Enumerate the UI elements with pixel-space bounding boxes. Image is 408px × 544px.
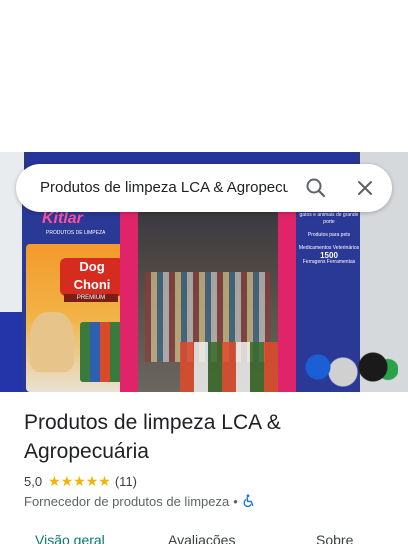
photo-pink-column bbox=[278, 207, 296, 392]
close-icon[interactable] bbox=[353, 176, 377, 200]
photo-right-sign: gatos e animais de grande porte Produtos… bbox=[298, 212, 360, 266]
rating-row[interactable]: 5,0 ★★★★★ (11) bbox=[24, 472, 137, 490]
search-icon[interactable] bbox=[304, 176, 328, 200]
photo-product-logo-text: Dog Choni bbox=[73, 259, 111, 292]
photo-right-sign-line: gatos e animais de grande porte bbox=[299, 212, 359, 225]
rating-value: 5,0 bbox=[24, 473, 43, 489]
search-input[interactable]: Produtos de limpeza LCA & Agropecuária bbox=[40, 164, 288, 212]
photo-product-sub: PREMIUM bbox=[64, 294, 118, 302]
tab-reviews[interactable]: Avaliações bbox=[168, 532, 235, 544]
tab-about[interactable]: Sobre bbox=[316, 532, 353, 544]
photo-brand-sub: PRODUTOS DE LIMPEZA bbox=[46, 230, 106, 236]
search-bar[interactable]: Produtos de limpeza LCA & Agropecuária bbox=[16, 164, 392, 212]
photo-pink-column bbox=[120, 207, 138, 392]
review-count[interactable]: (11) bbox=[115, 474, 137, 489]
star-rating-icon: ★★★★★ bbox=[48, 472, 111, 489]
photo-floor-items bbox=[180, 342, 290, 392]
category-row: Fornecedor de produtos de limpeza • bbox=[24, 492, 256, 510]
photo-right-sign-line: Ferragens Ferramentas bbox=[302, 259, 356, 265]
wheelchair-icon bbox=[242, 494, 256, 508]
separator-dot: • bbox=[233, 493, 238, 509]
photo-right-sign-number: 1500 bbox=[320, 251, 338, 260]
photo-right-sign-line: Produtos para pets bbox=[307, 232, 351, 238]
place-category: Fornecedor de produtos de limpeza bbox=[24, 493, 230, 509]
photo-product-logo: Dog Choni bbox=[60, 258, 124, 296]
place-title: Produtos de limpeza LCA & Agropecuária bbox=[24, 411, 281, 463]
place-tabs: Visão geral Avaliações Sobre bbox=[0, 528, 408, 544]
photo-hoses bbox=[298, 342, 398, 392]
photo-wall-blue bbox=[0, 312, 24, 392]
tab-overview[interactable]: Visão geral bbox=[35, 532, 105, 544]
photo-dog bbox=[30, 312, 74, 372]
photo-brand-sign: Kitlar bbox=[42, 210, 83, 227]
